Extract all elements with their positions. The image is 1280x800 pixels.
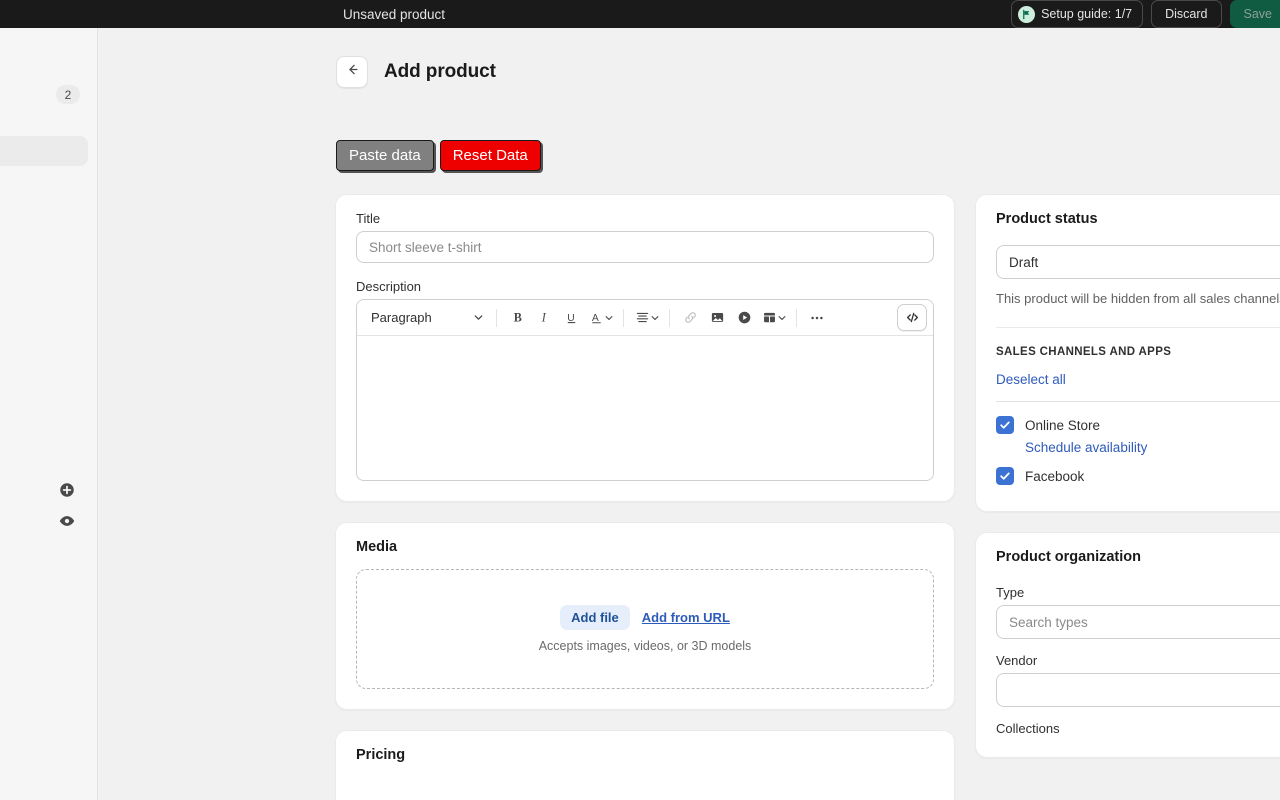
pricing-card: Pricing [335,730,955,800]
back-button[interactable] [336,56,368,88]
type-input[interactable] [996,605,1280,640]
image-icon[interactable] [704,305,730,331]
product-status-select[interactable]: Draft [996,245,1280,279]
product-organization-card: Product organization Type Vendor Collect… [975,532,1280,759]
video-icon[interactable] [731,305,757,331]
toolbar-divider [623,308,624,327]
nav-bottom-icons [58,481,76,530]
chevron-down-icon [474,310,483,325]
text-color-icon[interactable]: A [585,305,616,331]
arrow-left-icon [345,62,360,82]
paste-data-button[interactable]: Paste data [336,140,434,171]
top-bar: Unsaved product Setup guide: 1/7 Discard… [0,0,1280,28]
page-header: Add product [336,56,496,88]
channel-online-store-label: Online Store [1025,417,1101,433]
media-card: Media Add file Add from URL Accepts imag… [335,522,955,710]
checkbox-facebook[interactable] [996,467,1014,486]
checkbox-online-store[interactable] [996,416,1014,435]
top-bar-actions: Setup guide: 1/7 Discard Save [1011,0,1280,28]
pricing-title: Pricing [356,747,406,763]
debug-button-group: Paste data Reset Data [336,140,541,171]
code-view-icon[interactable] [897,304,927,331]
media-title: Media [356,539,398,555]
reset-data-button[interactable]: Reset Data [439,140,541,171]
sidebar-item-selected[interactable] [0,136,88,166]
more-icon[interactable] [804,305,830,331]
add-circle-icon[interactable] [58,481,76,499]
setup-guide-label: Setup guide: 1/7 [1041,7,1133,21]
vendor-label: Vendor [996,653,1038,669]
vendor-input[interactable] [996,673,1280,708]
toolbar-divider [496,308,497,327]
underline-icon[interactable]: U [558,305,584,331]
discard-button[interactable]: Discard [1151,0,1222,28]
deselect-all-link[interactable]: Deselect all [996,372,1280,387]
add-file-button[interactable]: Add file [560,605,630,630]
eye-icon[interactable] [58,512,76,530]
secondary-column: Product status Draft This product will b… [975,194,1280,778]
title-label: Title [356,211,381,226]
channel-online-store-row[interactable]: Online Store [996,416,1280,435]
svg-text:A: A [592,313,599,324]
toolbar-divider [669,308,670,327]
setup-guide-button[interactable]: Setup guide: 1/7 [1011,0,1144,28]
channels-rule [996,401,1280,403]
channel-facebook-row[interactable]: Facebook [996,467,1280,486]
description-textarea[interactable] [357,336,933,480]
paragraph-format-select[interactable]: Paragraph [363,305,489,331]
title-input[interactable] [356,231,934,263]
svg-text:I: I [540,311,546,325]
product-status-select-wrapper: Draft [996,245,1280,279]
collections-label: Collections [996,721,1060,737]
paragraph-format-label: Paragraph [371,310,432,325]
type-label: Type [996,585,1025,601]
flag-icon [1018,5,1036,23]
save-button[interactable]: Save [1229,0,1280,28]
link-icon[interactable] [677,305,703,331]
italic-icon[interactable]: I [531,305,557,331]
left-navigation: 2 [0,28,98,800]
product-status-card: Product status Draft This product will b… [975,194,1280,513]
product-status-title: Product status [996,211,1098,227]
description-editor: Paragraph B I U A [356,299,934,481]
product-status-helper: This product will be hidden from all sal… [996,291,1280,306]
bold-icon[interactable]: B [504,305,530,331]
primary-column: Title Description Paragraph B [335,194,955,800]
product-details-card: Title Description Paragraph B [335,194,955,502]
toolbar-divider [796,308,797,327]
product-organization-title: Product organization [996,549,1141,566]
editor-toolbar: Paragraph B I U A [357,300,933,336]
unsaved-product-title: Unsaved product [343,7,446,22]
card-divider [996,327,1280,329]
add-from-url-link[interactable]: Add from URL [642,610,730,625]
media-actions: Add file Add from URL [560,605,730,630]
sales-channels-caption: SALES CHANNELS AND APPS [996,346,1172,359]
svg-text:B: B [513,311,521,325]
media-dropzone[interactable]: Add file Add from URL Accepts images, vi… [356,569,934,689]
description-label: Description [356,279,422,294]
media-hint: Accepts images, videos, or 3D models [538,639,752,653]
table-icon[interactable] [758,305,789,331]
page-title: Add product [384,61,496,82]
nav-badge-count: 2 [56,85,80,104]
channel-facebook-label: Facebook [1025,468,1085,484]
align-icon[interactable] [631,305,662,331]
main-content: Add product Paste data Reset Data Title … [99,28,1280,800]
schedule-availability-link[interactable]: Schedule availability [1025,440,1280,455]
